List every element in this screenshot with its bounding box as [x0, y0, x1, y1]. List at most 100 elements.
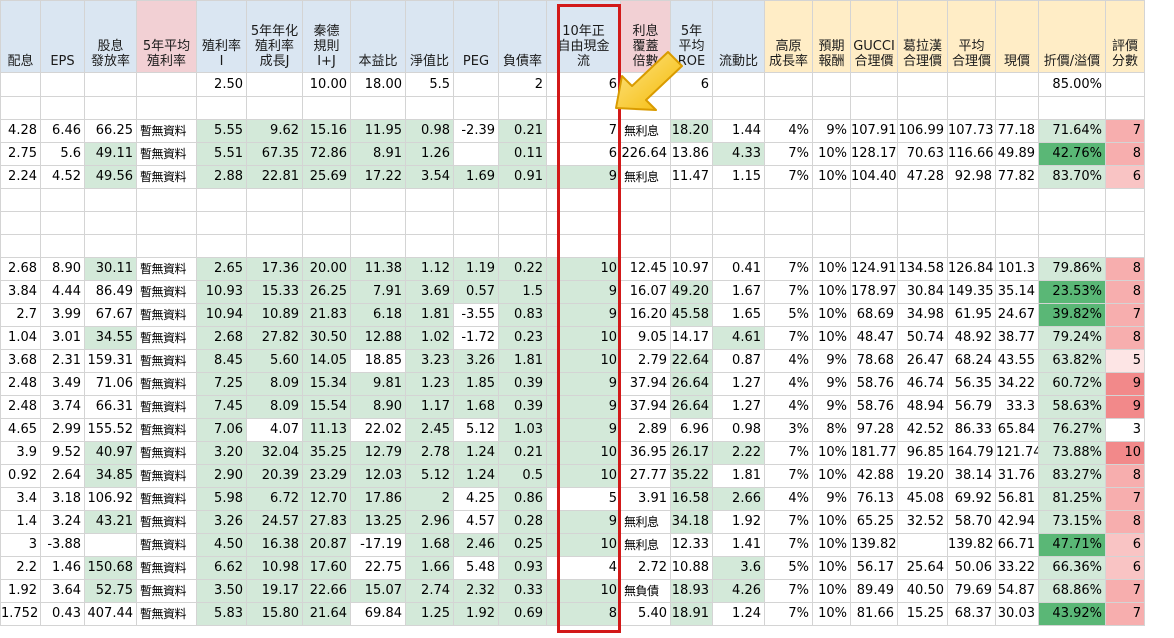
criteria-cell[interactable] — [764, 72, 813, 97]
table-cell[interactable]: 暫無資料 — [136, 280, 197, 304]
table-cell[interactable]: 34.55 — [84, 326, 137, 350]
table-cell[interactable]: 33.22 — [995, 556, 1039, 580]
table-cell[interactable]: 38.14 — [947, 464, 996, 488]
table-cell[interactable]: 10% — [812, 280, 851, 304]
table-cell[interactable]: 10.88 — [670, 556, 713, 580]
table-cell[interactable]: 3.84 — [0, 280, 41, 304]
table-cell[interactable]: 2.2 — [0, 556, 41, 580]
table-cell[interactable]: 16.07 — [620, 280, 671, 304]
empty-cell[interactable] — [947, 211, 996, 235]
table-cell[interactable]: 0.98 — [712, 418, 765, 442]
table-cell[interactable]: 56.79 — [947, 395, 996, 419]
table-cell[interactable]: 0.87 — [712, 349, 765, 373]
empty-cell[interactable] — [850, 234, 898, 258]
table-cell[interactable]: 56.81 — [995, 487, 1039, 511]
table-cell[interactable]: 2.68 — [196, 326, 247, 350]
table-cell[interactable]: 12.79 — [350, 441, 406, 465]
table-cell[interactable]: 2.48 — [0, 372, 41, 396]
table-cell[interactable]: 21.64 — [302, 602, 351, 626]
table-cell[interactable]: 22.66 — [302, 579, 351, 603]
table-cell[interactable]: 4% — [764, 119, 813, 143]
empty-cell[interactable] — [850, 211, 898, 235]
table-cell[interactable]: 1.92 — [712, 510, 765, 534]
table-cell[interactable]: 5 — [1105, 349, 1145, 373]
table-cell[interactable]: 34.98 — [897, 303, 948, 327]
empty-cell[interactable] — [40, 188, 85, 212]
table-cell[interactable]: 暫無資料 — [136, 464, 197, 488]
table-cell[interactable]: 58.63% — [1038, 395, 1106, 419]
table-cell[interactable]: 106.99 — [897, 119, 948, 143]
table-cell[interactable]: 9% — [812, 119, 851, 143]
column-header[interactable]: 高原 成長率 — [764, 0, 813, 73]
empty-cell[interactable] — [196, 234, 247, 258]
table-cell[interactable]: 40.97 — [84, 441, 137, 465]
table-cell[interactable]: 5.12 — [405, 464, 454, 488]
column-header[interactable]: 平均 合理價 — [947, 0, 996, 73]
table-cell[interactable]: 155.52 — [84, 418, 137, 442]
table-cell[interactable]: 27.83 — [302, 510, 351, 534]
table-cell[interactable]: 25.64 — [897, 556, 948, 580]
table-cell[interactable]: 23.53% — [1038, 280, 1106, 304]
table-cell[interactable]: 1.15 — [712, 165, 765, 189]
table-cell[interactable]: 67.35 — [246, 142, 303, 166]
table-cell[interactable]: 0.41 — [712, 257, 765, 281]
table-cell[interactable]: 68.37 — [947, 602, 996, 626]
table-cell[interactable]: 2.72 — [620, 556, 671, 580]
table-cell[interactable]: 96.85 — [897, 441, 948, 465]
table-cell[interactable]: 8.45 — [196, 349, 247, 373]
table-cell[interactable]: 164.79 — [947, 441, 996, 465]
table-cell[interactable]: 10.98 — [246, 556, 303, 580]
table-cell[interactable]: 92.98 — [947, 165, 996, 189]
table-cell[interactable]: 2.31 — [40, 349, 85, 373]
table-cell[interactable]: 7% — [764, 579, 813, 603]
table-cell[interactable]: 79.24% — [1038, 326, 1106, 350]
table-cell[interactable]: 3.4 — [0, 487, 41, 511]
empty-cell[interactable] — [897, 211, 948, 235]
table-cell[interactable]: 63.82% — [1038, 349, 1106, 373]
column-header[interactable]: 配息 — [0, 0, 41, 73]
table-cell[interactable]: 39.82% — [1038, 303, 1106, 327]
table-cell[interactable]: 3.91 — [620, 487, 671, 511]
table-cell[interactable]: 26.25 — [302, 280, 351, 304]
empty-cell[interactable] — [1038, 96, 1106, 120]
table-cell[interactable]: 6.96 — [670, 418, 713, 442]
empty-cell[interactable] — [350, 96, 406, 120]
empty-cell[interactable] — [453, 188, 499, 212]
table-cell[interactable]: 1.03 — [498, 418, 547, 442]
table-cell[interactable]: 4.52 — [40, 165, 85, 189]
table-cell[interactable]: 暫無資料 — [136, 303, 197, 327]
table-cell[interactable] — [453, 142, 499, 166]
table-cell[interactable]: 8.91 — [350, 142, 406, 166]
table-cell[interactable]: 1.19 — [453, 257, 499, 281]
table-cell[interactable]: 50.74 — [897, 326, 948, 350]
table-cell[interactable]: 18.91 — [670, 602, 713, 626]
empty-cell[interactable] — [302, 234, 351, 258]
empty-cell[interactable] — [670, 96, 713, 120]
column-header[interactable]: 評價 分數 — [1105, 0, 1145, 73]
table-cell[interactable]: 1.4 — [0, 510, 41, 534]
empty-cell[interactable] — [302, 96, 351, 120]
table-cell[interactable]: 32.52 — [897, 510, 948, 534]
table-cell[interactable]: 7 — [1105, 303, 1145, 327]
table-cell[interactable]: 54.87 — [995, 579, 1039, 603]
table-cell[interactable]: 5.98 — [196, 487, 247, 511]
table-cell[interactable]: 33.3 — [995, 395, 1039, 419]
table-cell[interactable]: 9.62 — [246, 119, 303, 143]
table-cell[interactable]: 42.88 — [850, 464, 898, 488]
table-cell[interactable]: 10 — [546, 533, 621, 557]
table-cell[interactable]: 9 — [546, 280, 621, 304]
table-cell[interactable]: 68.86% — [1038, 579, 1106, 603]
table-cell[interactable]: 1.46 — [40, 556, 85, 580]
table-cell[interactable]: 43.92% — [1038, 602, 1106, 626]
criteria-cell[interactable] — [812, 72, 851, 97]
table-cell[interactable]: 9.05 — [620, 326, 671, 350]
table-cell[interactable]: 0.93 — [498, 556, 547, 580]
table-cell[interactable]: 0.21 — [498, 441, 547, 465]
table-cell[interactable]: 139.82 — [850, 533, 898, 557]
table-cell[interactable]: 42.94 — [995, 510, 1039, 534]
table-cell[interactable]: 178.97 — [850, 280, 898, 304]
table-cell[interactable]: 72.86 — [302, 142, 351, 166]
table-cell[interactable]: 18.20 — [670, 119, 713, 143]
empty-cell[interactable] — [995, 96, 1039, 120]
table-cell[interactable]: 4.07 — [246, 418, 303, 442]
